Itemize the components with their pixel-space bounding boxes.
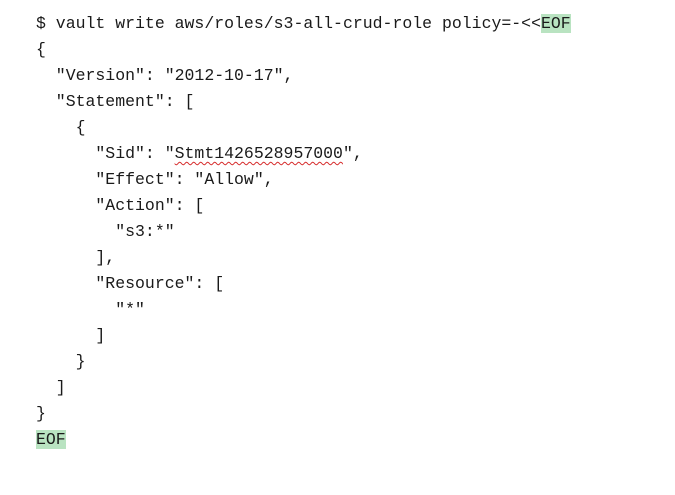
code-line-resource-open: "Resource": [ [36,274,225,293]
sid-suffix: ", [342,144,363,163]
heredoc-marker-start: EOF [540,14,571,33]
code-line-statement-brace-close: } [36,352,86,371]
code-line-sid: "Sid": "Stmt1426528957000", [36,141,571,167]
sid-prefix: "Sid": " [36,144,175,163]
code-line-action-open: "Action": [ [36,196,205,215]
code-line-statement-brace-open: { [36,118,86,137]
code-line-action-close: ], [36,248,116,267]
code-line-resource-close: ] [36,326,106,345]
code-line-open-brace: { [36,40,46,59]
code-line-action-value: "s3:*" [36,222,175,241]
code-line-close-brace: } [36,404,46,423]
code-block: $ vault write aws/roles/s3-all-crud-role… [36,11,571,453]
code-line-resource-value: "*" [36,300,145,319]
code-line-version: "Version": "2012-10-17", [36,66,294,85]
command-text: $ vault write aws/roles/s3-all-crud-role… [36,14,541,33]
code-line-heredoc-end: EOF [36,427,571,453]
code-line-effect: "Effect": "Allow", [36,170,274,189]
code-line-statement-open: "Statement": [ [36,92,195,111]
code-line-statement-close: ] [36,378,66,397]
sid-value-misspelled: Stmt1426528957000 [174,144,343,163]
heredoc-marker-end: EOF [36,430,66,449]
command-line: $ vault write aws/roles/s3-all-crud-role… [36,11,571,37]
